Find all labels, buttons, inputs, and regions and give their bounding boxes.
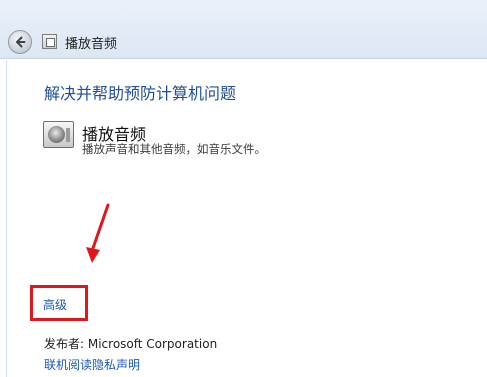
privacy-link[interactable]: 联机阅读隐私声明 xyxy=(44,356,140,373)
back-button[interactable] xyxy=(8,30,32,54)
item-description: 播放声音和其他音频，如音乐文件。 xyxy=(82,142,266,156)
window-icon xyxy=(42,34,57,49)
red-arrow-annotation xyxy=(86,203,110,263)
page-title: 解决并帮助预防计算机问题 xyxy=(44,84,237,103)
content-area xyxy=(6,60,483,377)
title-bar: 播放音频 xyxy=(0,0,487,59)
speaker-cone xyxy=(48,126,65,143)
speaker-icon xyxy=(43,121,74,148)
speaker-bar xyxy=(66,128,70,142)
window-title: 播放音频 xyxy=(65,37,118,52)
troubleshooter-window: 播放音频 解决并帮助预防计算机问题 播放音频 播放声音和其他音频，如音乐文件。 … xyxy=(0,0,487,377)
advanced-link[interactable]: 高级 xyxy=(43,296,67,313)
back-arrow-icon xyxy=(16,36,26,48)
publisher-text: 发布者: Microsoft Corporation xyxy=(44,337,218,351)
